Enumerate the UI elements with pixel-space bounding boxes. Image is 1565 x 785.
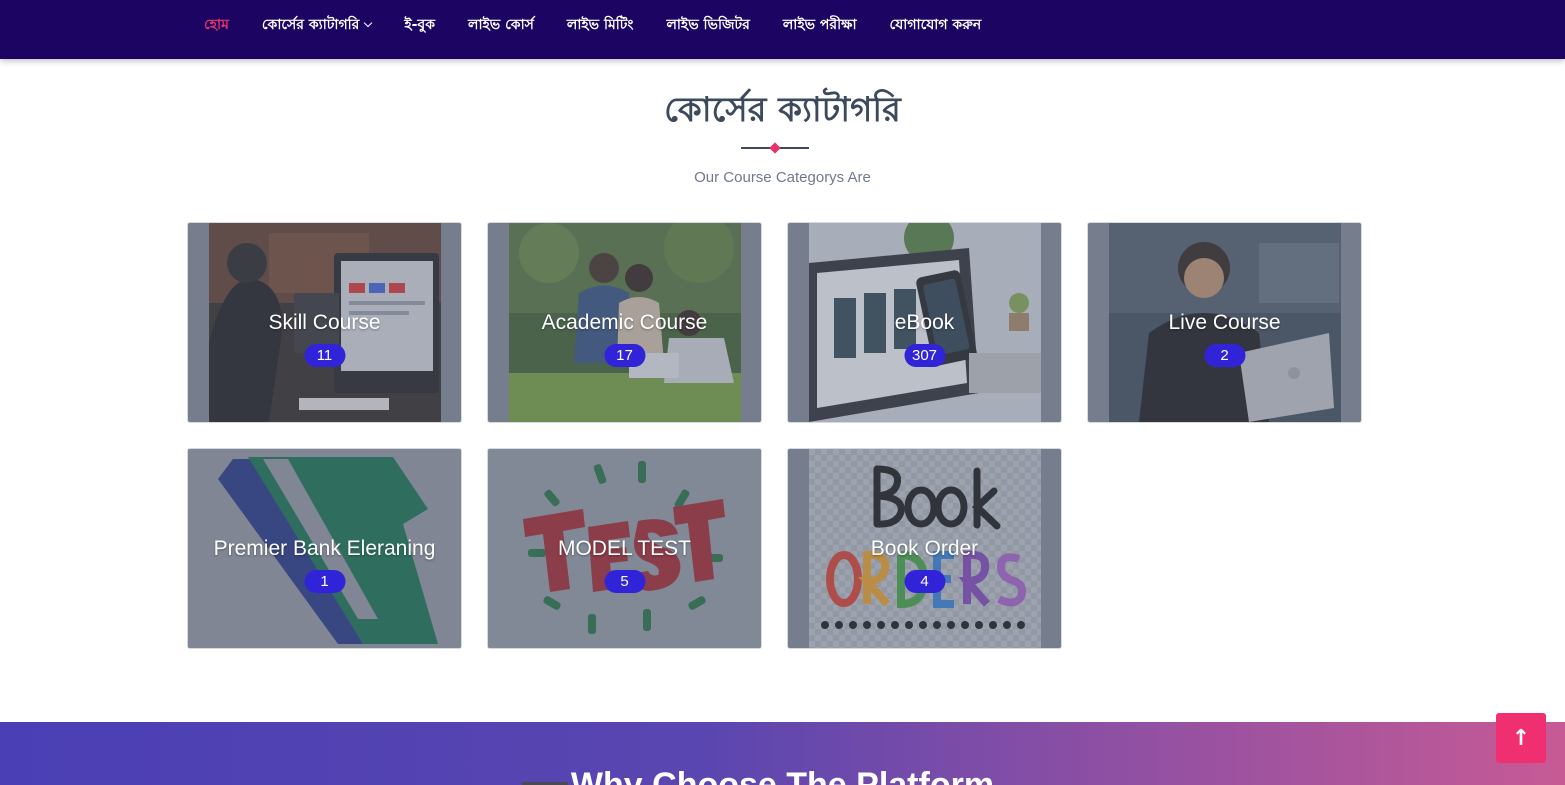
navbar: হোম কোর্সের ক্যাটাগরি ই-বুক লাইভ কোর্স ল… bbox=[0, 0, 1565, 59]
divider-diamond-icon bbox=[769, 142, 781, 154]
category-card-book-order[interactable]: Book Order 4 bbox=[787, 448, 1062, 649]
arrow-up-icon: ↑ bbox=[1511, 725, 1531, 751]
nav-item-label: যোগাযোগ করুন bbox=[889, 17, 982, 33]
nav-item-course-category[interactable]: কোর্সের ক্যাটাগরি bbox=[261, 13, 373, 37]
category-count-badge: 4 bbox=[904, 570, 945, 593]
category-title: Book Order bbox=[870, 537, 979, 560]
category-count-badge: 2 bbox=[1204, 344, 1245, 367]
category-title: MODEL TEST bbox=[557, 537, 692, 560]
nav-item-live-visitor[interactable]: লাইভ ভিজিটর bbox=[666, 13, 749, 37]
nav-item-label: ই-বুক bbox=[404, 17, 436, 33]
nav-item-contact[interactable]: যোগাযোগ করুন bbox=[890, 13, 982, 37]
chevron-down-icon bbox=[364, 18, 373, 28]
category-title: Premier Bank Eleraning bbox=[213, 537, 436, 560]
section-title: কোর্সের ক্যাটাগরি bbox=[664, 90, 901, 130]
nav-item-home[interactable]: হোম bbox=[204, 13, 229, 37]
category-title: Academic Course bbox=[541, 311, 708, 334]
why-choose-section: Why Choose The Platform bbox=[0, 722, 1565, 785]
category-count-badge: 1 bbox=[304, 570, 345, 593]
nav-item-live-exam[interactable]: লাইভ পরীক্ষা bbox=[783, 13, 857, 37]
nav-item-live-course[interactable]: লাইভ কোর্স bbox=[468, 13, 534, 37]
category-title: Live Course bbox=[1168, 311, 1281, 334]
category-card-academic-course[interactable]: Academic Course 17 bbox=[487, 222, 762, 423]
section-subtitle: Our Course Categorys Are bbox=[694, 169, 871, 186]
category-card-ebook[interactable]: eBook 307 bbox=[787, 222, 1062, 423]
nav-item-label: কোর্সের ক্যাটাগরি bbox=[261, 17, 360, 33]
category-count-badge: 17 bbox=[604, 344, 645, 367]
nav-item-ebook[interactable]: ই-বুক bbox=[404, 13, 435, 37]
category-card-model-test[interactable]: MODEL TEST 5 bbox=[487, 448, 762, 649]
category-card-live-course[interactable]: Live Course 2 bbox=[1087, 222, 1362, 423]
nav-item-label: লাইভ ভিজিটর bbox=[666, 17, 750, 33]
scroll-to-top-button[interactable]: ↑ bbox=[1496, 713, 1546, 763]
category-count-badge: 11 bbox=[304, 344, 345, 367]
category-count-badge: 5 bbox=[604, 570, 645, 593]
nav-item-label: লাইভ কোর্স bbox=[468, 17, 534, 33]
category-card-premier-bank[interactable]: Premier Bank Eleraning 1 bbox=[187, 448, 462, 649]
nav-item-live-meeting[interactable]: লাইভ মিটিং bbox=[567, 13, 634, 37]
category-count-badge: 307 bbox=[903, 344, 946, 367]
category-card-skill-course[interactable]: Skill Course 11 bbox=[187, 222, 462, 423]
why-choose-title: Why Choose The Platform bbox=[570, 766, 995, 785]
category-title: eBook bbox=[894, 311, 955, 334]
nav-item-label: লাইভ পরীক্ষা bbox=[782, 17, 857, 33]
category-title: Skill Course bbox=[268, 311, 381, 334]
nav-menu: হোম কোর্সের ক্যাটাগরি ই-বুক লাইভ কোর্স ল… bbox=[204, 0, 1014, 50]
nav-item-label: লাইভ মিটিং bbox=[566, 17, 634, 33]
nav-item-label: হোম bbox=[204, 17, 229, 33]
